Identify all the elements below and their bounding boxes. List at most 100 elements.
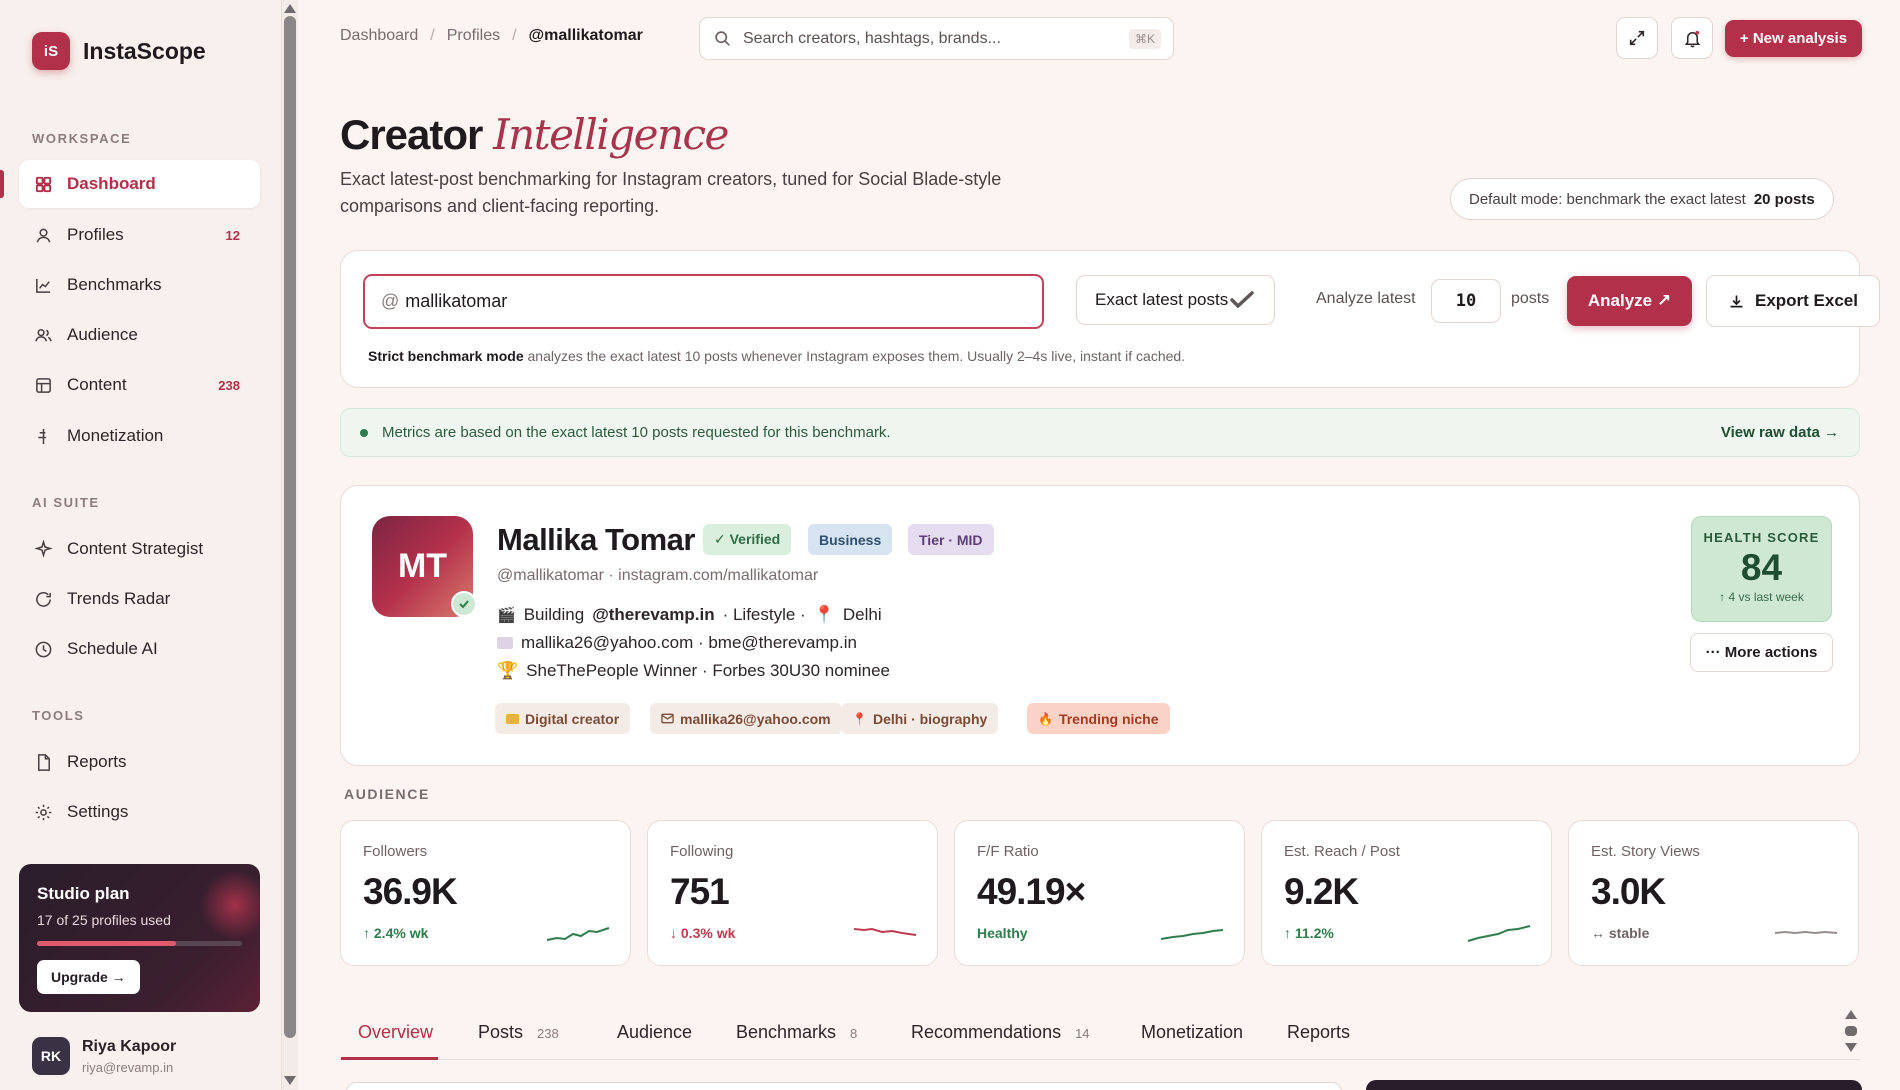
post-count-input[interactable]: 10 — [1431, 279, 1501, 323]
chip-trending[interactable]: 🔥 Trending niche — [1027, 703, 1170, 734]
sidebar-item-reports[interactable]: Reports — [19, 738, 260, 786]
scrollbar-thumb[interactable] — [284, 16, 296, 1038]
chip-label: Delhi · biography — [872, 710, 988, 727]
search-input[interactable]: Search creators, hashtags, brands... ⌘K — [699, 17, 1174, 60]
tab-benchmarks[interactable]: Benchmarks 8 — [736, 1022, 857, 1043]
metric-change: Healthy — [977, 925, 1028, 941]
metric-card-following: Following 751 ↓ 0.3% wk — [647, 820, 938, 966]
tab-recommendations[interactable]: Recommendations 14 — [911, 1022, 1090, 1043]
sidebar-item-profiles[interactable]: Profiles 12 — [19, 211, 260, 259]
sparkline-up — [1467, 925, 1531, 942]
breadcrumb-profiles[interactable]: Profiles — [447, 27, 500, 45]
sidebar-item-settings[interactable]: Settings — [19, 788, 260, 836]
chip-category[interactable]: Digital creator — [495, 703, 631, 734]
profile-card: MT Mallika Tomar ✓ Verified Business Tie… — [340, 485, 1860, 766]
bio-brand-link[interactable]: @therevamp.in — [592, 605, 714, 625]
avatar: RK — [32, 1037, 70, 1075]
tab-scroll-up-icon — [1845, 1010, 1857, 1019]
analyzer-card: @ mallikatomar Exact latest posts Analyz… — [340, 250, 1880, 388]
mode-select[interactable]: Exact latest posts — [1076, 275, 1275, 325]
sidebar-item-content-strategist[interactable]: Content Strategist — [19, 525, 260, 573]
tab-scroll-control[interactable] — [1844, 1007, 1858, 1057]
sidebar-item-label: Profiles — [67, 225, 124, 244]
logo-mark: iS — [32, 32, 70, 70]
page-subtitle: Exact latest-post benchmarking for Insta… — [340, 169, 1002, 216]
banner-text: Metrics are based on the exact latest 10… — [382, 424, 891, 441]
tab-label: Overview — [358, 1022, 434, 1042]
export-excel-button[interactable]: Export Excel — [1706, 275, 1880, 327]
metric-label: Est. Story Views — [1591, 843, 1700, 860]
sidebar-item-monetization[interactable]: Monetization — [19, 412, 260, 460]
new-analysis-button[interactable]: + New analysis — [1725, 20, 1862, 57]
analyze-button[interactable]: Analyze ↗ — [1567, 276, 1692, 326]
view-raw-data-link[interactable]: View raw data → — [1721, 424, 1839, 441]
breadcrumb-separator: / — [430, 27, 435, 44]
breadcrumb-dashboard[interactable]: Dashboard — [340, 27, 418, 45]
tab-overview[interactable]: Overview — [358, 1022, 433, 1043]
sidebar-item-label: Monetization — [67, 426, 164, 445]
clock-icon — [35, 641, 52, 657]
sidebar-item-schedule-ai[interactable]: Schedule AI — [19, 625, 260, 673]
plan-title: Studio plan — [37, 884, 130, 903]
app-logo[interactable]: iS InstaScope — [32, 32, 206, 70]
plan-glow — [200, 870, 260, 940]
notifications-button[interactable] — [1671, 17, 1713, 59]
sidebar-item-trends-radar[interactable]: Trends Radar — [19, 575, 260, 623]
metric-card-ff-ratio: F/F Ratio 49.19× Healthy — [954, 820, 1245, 966]
metric-change: ↓ 0.3% wk — [670, 925, 736, 941]
tab-monetization[interactable]: Monetization — [1141, 1022, 1243, 1043]
bio-prefix: Building — [523, 605, 585, 624]
tab-scroll-thumb — [1845, 1026, 1857, 1036]
layout-icon — [36, 377, 51, 393]
user-profile[interactable]: RK Riya Kapoor riya@revamp.in — [32, 1037, 176, 1075]
info-banner: Metrics are based on the exact latest 10… — [340, 408, 1860, 457]
scroll-down-icon[interactable] — [284, 1076, 296, 1085]
page-title-main: Creator — [340, 111, 483, 158]
bio-emails: mallika26@yahoo.com · bme@therevamp.in — [521, 633, 857, 652]
more-actions-button[interactable]: ··· More actions — [1690, 633, 1833, 672]
metric-value: 9.2K — [1284, 871, 1359, 912]
chip-location[interactable]: 📍 Delhi · biography — [841, 703, 999, 734]
tab-audience[interactable]: Audience — [617, 1022, 692, 1043]
sidebar-item-label: Reports — [67, 752, 127, 771]
handle-input[interactable]: @ mallikatomar — [363, 274, 1044, 329]
page-title: Creator Intelligence — [340, 110, 729, 159]
metric-card-story-views: Est. Story Views 3.0K ↔ stable — [1568, 820, 1859, 966]
download-icon — [1730, 295, 1743, 307]
tab-count: 8 — [850, 1026, 858, 1041]
fullscreen-button[interactable] — [1616, 17, 1658, 59]
bio-suffix: · Lifestyle · — [722, 605, 806, 624]
tab-reports[interactable]: Reports — [1287, 1022, 1350, 1043]
sidebar-item-label: Audience — [67, 325, 138, 344]
strict-mode-note: Strict benchmark mode analyzes the exact… — [368, 348, 1185, 364]
bio-city: Delhi — [842, 605, 882, 624]
scroll-up-icon[interactable] — [284, 4, 296, 13]
grid-icon — [35, 176, 52, 192]
strict-mode-label: Strict benchmark mode — [368, 348, 524, 364]
sidebar-item-content[interactable]: Content 238 — [19, 361, 260, 409]
chip-email[interactable]: mallika26@yahoo.com — [650, 703, 842, 734]
sidebar-item-benchmarks[interactable]: Benchmarks — [19, 261, 260, 309]
pin-icon: 📍 — [813, 605, 835, 624]
radar-icon — [36, 591, 51, 607]
main-content: Dashboard / Profiles / @mallikatomar Sea… — [298, 0, 1900, 1090]
breadcrumb-current: @mallikatomar — [528, 27, 643, 44]
expand-icon — [1629, 30, 1645, 46]
profile-handle[interactable]: @mallikatomar · instagram.com/mallikatom… — [497, 567, 818, 585]
upgrade-button[interactable]: Upgrade → — [37, 960, 140, 994]
app-name: InstaScope — [83, 37, 206, 64]
tab-scroll-down-icon — [1845, 1043, 1857, 1052]
default-mode-pill: Default mode: benchmark the exact latest… — [1450, 178, 1834, 220]
page-title-accent: Intelligence — [493, 110, 729, 159]
user-icon — [36, 228, 51, 242]
metric-change: ↔ stable — [1591, 925, 1650, 941]
bio-line-1: 🎬 Building @therevamp.in · Lifestyle · 📍… — [497, 605, 882, 625]
metric-label: F/F Ratio — [977, 843, 1039, 860]
tab-posts[interactable]: Posts 238 — [478, 1022, 559, 1043]
sidebar-item-audience[interactable]: Audience — [19, 311, 260, 359]
fire-icon: 🔥 — [1038, 711, 1053, 726]
sidebar-item-dashboard[interactable]: Dashboard — [19, 160, 260, 208]
metric-change: ↑ 2.4% wk — [363, 925, 429, 941]
sparkline-up — [546, 927, 610, 941]
metric-value: 36.9K — [363, 871, 458, 912]
